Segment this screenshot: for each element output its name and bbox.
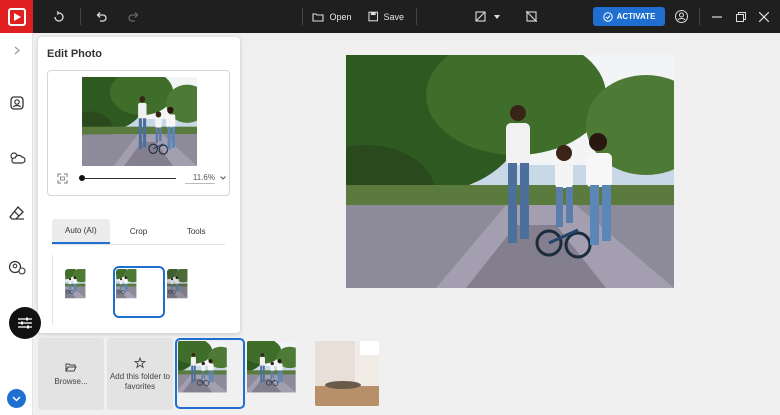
star-plus-icon (134, 356, 146, 368)
activate-label: ACTIVATE (616, 12, 656, 21)
ai-presets (52, 255, 238, 325)
minimize-icon[interactable] (710, 0, 724, 33)
chevron-down-icon[interactable] (220, 176, 226, 180)
save-button[interactable]: Save (368, 0, 404, 33)
tab-crop[interactable]: Crop (110, 219, 168, 244)
zoom-slider-handle[interactable] (79, 175, 85, 181)
zoom-slider-track[interactable] (81, 178, 176, 179)
browse-label: Browse... (54, 376, 88, 386)
fit-screen-icon[interactable] (57, 173, 68, 184)
adjustments-tool-icon[interactable] (9, 307, 41, 339)
compare-dropdown[interactable] (472, 0, 502, 33)
main-canvas-photo[interactable] (346, 55, 674, 288)
compare-icon (474, 11, 486, 22)
save-label: Save (383, 11, 404, 22)
zoom-value[interactable]: 11.6% (185, 173, 215, 184)
browse-button[interactable]: Browse... (38, 338, 104, 410)
open-button[interactable]: Open (312, 0, 352, 33)
preset-thumbnail[interactable] (65, 269, 111, 315)
filmstrip-thumbnail[interactable] (315, 341, 379, 406)
edit-photo-panel: Edit Photo 11.6% Auto (AI) Crop Tools (38, 37, 240, 333)
navigator-preview: 11.6% (47, 70, 230, 196)
face-tool-icon[interactable] (6, 257, 28, 279)
panel-title: Edit Photo (47, 48, 102, 60)
folder-icon (312, 12, 325, 22)
add-favorites-button[interactable]: Add this folder to favorites (107, 338, 173, 410)
activate-button[interactable]: ACTIVATE (593, 7, 665, 26)
preset-thumbnail[interactable] (167, 269, 213, 315)
preview-thumbnail[interactable] (82, 77, 197, 166)
folder-open-icon (65, 363, 77, 371)
restore-icon[interactable] (734, 0, 748, 33)
expand-chevron-icon[interactable] (6, 39, 28, 61)
app-logo (0, 0, 33, 33)
scroll-down-icon[interactable] (7, 389, 26, 408)
redo-icon[interactable] (125, 0, 143, 33)
chevron-down-icon (493, 14, 500, 19)
filmstrip-thumbnail[interactable] (175, 338, 245, 409)
tab-auto-ai[interactable]: Auto (AI) (52, 219, 110, 244)
left-tool-rail (0, 33, 33, 415)
filmstrip: Browse... Add this folder to favorites (38, 338, 780, 415)
no-image-icon[interactable] (524, 0, 538, 33)
sky-tool-icon[interactable] (6, 147, 28, 169)
tab-tools[interactable]: Tools (167, 219, 225, 244)
favorites-label: Add this folder to favorites (109, 371, 171, 391)
account-icon[interactable] (672, 0, 690, 33)
open-label: Open (329, 11, 352, 22)
close-icon[interactable] (757, 0, 771, 33)
edit-tabs: Auto (AI) Crop Tools (52, 219, 225, 245)
filmstrip-thumbnail[interactable] (247, 341, 311, 406)
check-circle-icon (602, 11, 613, 22)
rotate-icon[interactable] (50, 0, 68, 33)
undo-icon[interactable] (92, 0, 110, 33)
save-icon (368, 11, 379, 22)
preset-thumbnail[interactable] (113, 266, 165, 318)
eraser-tool-icon[interactable] (6, 202, 28, 224)
portrait-tool-icon[interactable] (6, 92, 28, 114)
zoom-control: 11.6% (55, 172, 226, 186)
